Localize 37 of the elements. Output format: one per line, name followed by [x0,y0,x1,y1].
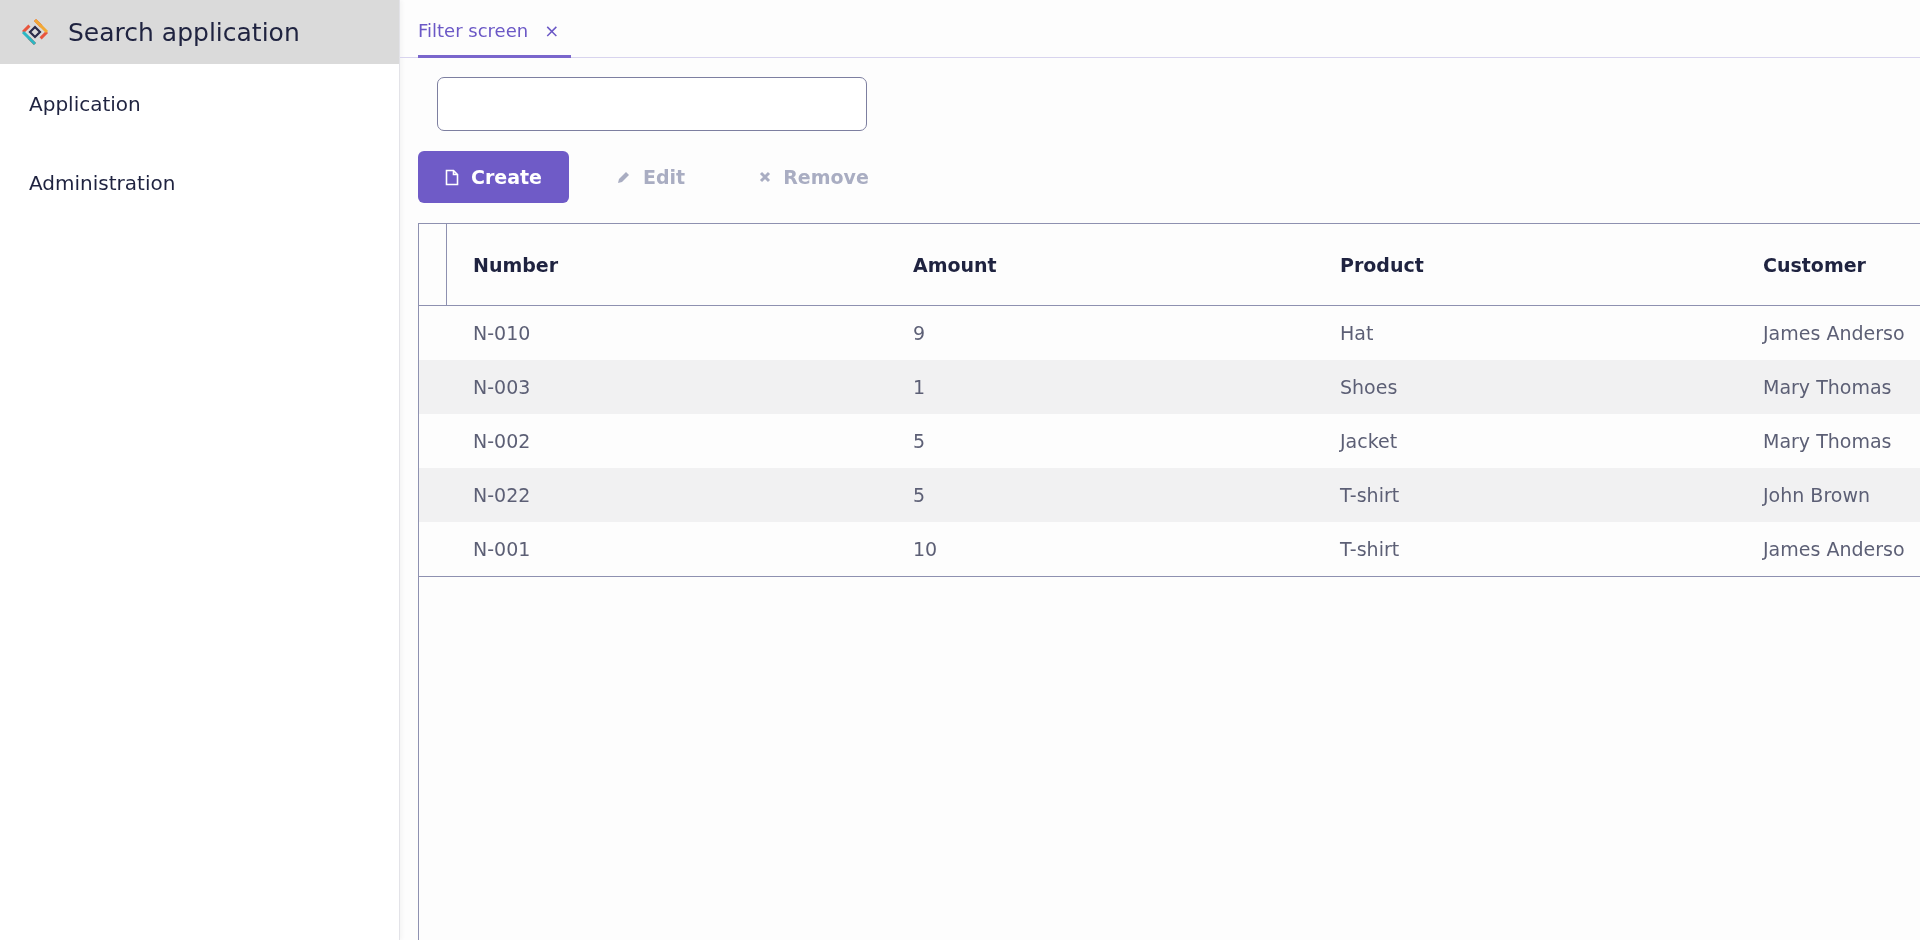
pencil-icon [616,169,631,185]
table-row[interactable]: N-022 5 T-shirt John Brown [419,468,1920,522]
column-header[interactable]: Customer [1737,224,1920,305]
table-cell-text: 5 [912,429,927,454]
table-cell-text: T-shirt [1339,537,1401,562]
table-cell-text: T-shirt [1339,483,1401,508]
column-header[interactable]: Number [447,224,887,305]
close-icon [759,171,772,183]
document-icon [445,168,459,186]
app-title: Search application [68,17,300,47]
table-cell-text: N-001 [472,537,532,562]
table-cell-text: Hat [1339,321,1375,346]
table-cell-text: Mary Thomas [1762,429,1893,454]
table-cell-text: 10 [912,537,939,562]
column-header[interactable]: Amount [887,224,1314,305]
sidebar-item[interactable]: Application [0,64,399,143]
table-cell-text: 1 [912,375,927,400]
table-cell-text: John Brown [1761,483,1871,508]
close-icon[interactable]: × [544,20,560,41]
table-cell-text: N-002 [472,429,532,454]
table-cell-text: 9 [912,321,927,346]
table-cell-text: Jacket [1338,429,1399,454]
tab[interactable]: Filter screen × [418,0,572,58]
table-cell-text: N-022 [472,483,532,508]
create-button[interactable]: Create [418,151,569,203]
table-cell-text: N-003 [472,375,532,400]
table-cell-text: N-010 [472,321,532,346]
column-header[interactable]: Product [1314,224,1737,305]
table-row[interactable]: N-003 1 Shoes Mary Thomas [419,360,1920,414]
table-cell-text: Mary Thomas [1762,375,1893,400]
table-cell-text: James Anderso [1761,321,1906,346]
table-cell-text: Shoes [1339,375,1399,400]
logo-icon [20,17,50,47]
sidebar-item[interactable]: Administration [0,143,399,222]
table-cell-text: James Anderso [1761,537,1906,562]
search-field[interactable] [437,77,867,131]
table-cell-text: 5 [912,483,927,508]
